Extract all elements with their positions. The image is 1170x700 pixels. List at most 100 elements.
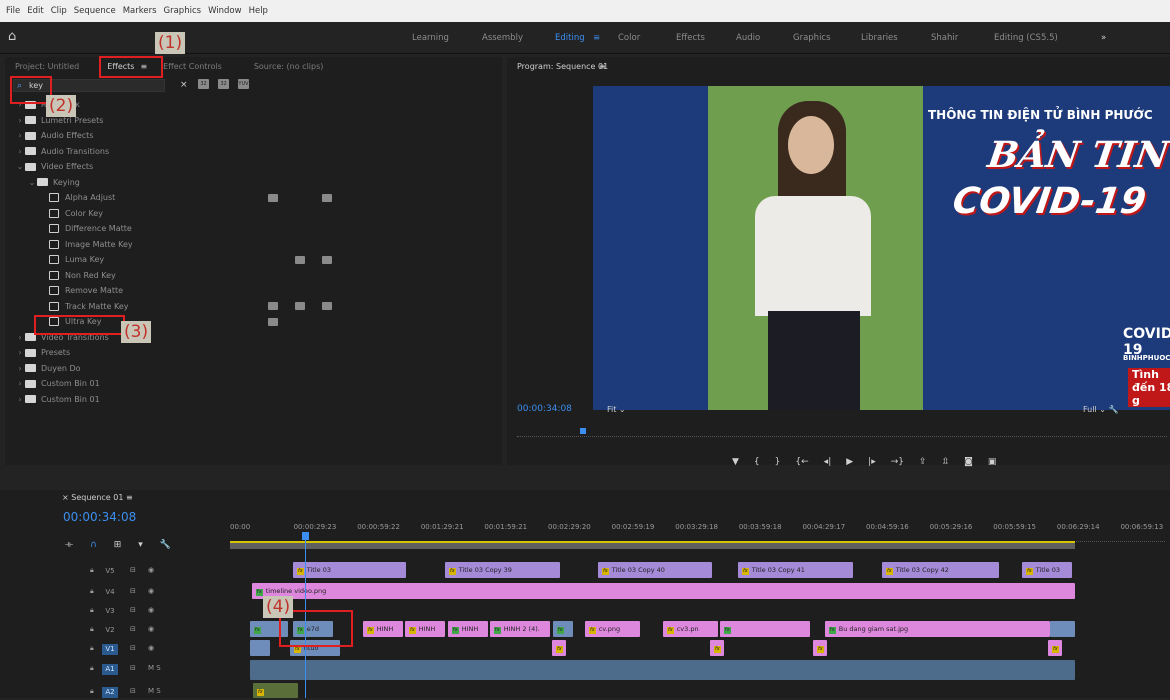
track-header[interactable]: 🔒︎ V3 ⊟ ◉ [40,602,230,619]
workspace-audio[interactable]: Audio [736,33,760,43]
workspace-graphics[interactable]: Graphics [793,33,831,43]
menu-markers[interactable]: Markers [123,6,157,16]
menu-clip[interactable]: Clip [51,6,67,16]
sync-lock-icon[interactable]: ⊟ [130,606,136,614]
workspace-color[interactable]: Color [618,33,640,43]
compare-icon[interactable]: ▣ [988,457,997,467]
effects-tree-item[interactable]: ⌄ Keying [5,175,502,191]
marker-icon[interactable]: ▼ [732,457,739,467]
track-header[interactable]: 🔒︎ A2 ⊟ M S [40,683,230,700]
sync-lock-icon[interactable]: ⊟ [130,644,136,652]
lift-icon[interactable]: ⇪ [919,457,927,467]
track-header[interactable]: 🔒︎ V1 ⊟ ◉ [40,640,230,657]
clip-v1-fx-1[interactable]: fx [552,640,566,656]
track-name[interactable]: V1 [102,644,118,655]
tab-source[interactable]: Source: (no clips) [254,62,324,71]
clip-v2-pink-mid[interactable]: fx [720,621,810,637]
sync-lock-icon[interactable]: ⊟ [130,625,136,633]
clip-hinh-2[interactable]: fx HINH [405,621,445,637]
menu-graphics[interactable]: Graphics [164,6,202,16]
chevron-down-icon[interactable]: ⌄ [15,162,25,171]
eye-icon[interactable]: ◉ [148,644,154,652]
workspace-learning[interactable]: Learning [412,33,449,43]
track-name[interactable]: V2 [102,625,118,636]
menu-edit[interactable]: Edit [27,6,43,16]
nest-icon[interactable]: ⟛ [65,540,73,550]
clip-v1-fx-3[interactable]: fx [813,640,827,656]
lock-icon[interactable]: 🔒︎ [90,566,94,575]
clip-cv-png[interactable]: fx cv.png [585,621,640,637]
clip-title-03-copy-42[interactable]: fx Title 03 Copy 42 [882,562,999,578]
track-header[interactable]: 🔒︎ V5 ⊟ ◉ [40,562,230,579]
chevron-right-icon[interactable]: › [15,348,25,357]
menu-sequence[interactable]: Sequence [74,6,116,16]
lock-icon[interactable]: 🔒︎ [90,606,94,615]
32bit-effects-icon[interactable]: 32 [218,79,229,89]
work-area-bar[interactable] [230,541,1075,549]
mute-icon[interactable]: M S [148,664,161,672]
home-icon[interactable]: ⌂ [8,29,26,45]
program-timecode[interactable]: 00:00:34:08 [517,404,572,414]
play-icon[interactable]: ▶ [846,457,853,467]
lock-icon[interactable]: 🔒︎ [90,587,94,596]
clip-v1-fx-4[interactable]: fx [1048,640,1062,656]
lock-icon[interactable]: 🔒︎ [90,687,94,696]
track-header[interactable]: 🔒︎ V2 ⊟ ◉ [40,621,230,638]
effects-tree-item[interactable]: › Lumetri Presets [5,113,502,129]
effects-tree-item[interactable]: Color Key [5,206,502,222]
effects-tree-item[interactable]: Remove Matte [5,283,502,299]
sync-lock-icon[interactable]: ⊟ [130,664,136,672]
clip-bu-dang-giam-sat[interactable]: fx Bu dang giam sat.jpg [825,621,1050,637]
track-header[interactable]: 🔒︎ A1 ⊟ M S [40,660,230,677]
extract-icon[interactable]: ⇫ [942,457,950,467]
mute-icon[interactable]: M S [148,687,161,695]
chevron-right-icon[interactable]: › [15,379,25,388]
eye-icon[interactable]: ◉ [148,606,154,614]
step-forward-icon[interactable]: |▸ [868,457,876,467]
clip-v2-small[interactable]: fx [553,621,573,637]
eye-icon[interactable]: ◉ [148,587,154,595]
timeline-settings-icon[interactable]: 🔧 [160,540,171,550]
chevron-right-icon[interactable]: › [15,147,25,156]
workspace-overflow-icon[interactable]: » [1101,33,1106,43]
workspace-assembly[interactable]: Assembly [482,33,523,43]
lock-icon[interactable]: 🔒︎ [90,625,94,634]
sync-lock-icon[interactable]: ⊟ [130,687,136,695]
effects-tree-item[interactable]: ›настроек [5,97,502,113]
track-name[interactable]: A1 [102,664,118,675]
effects-tree-item[interactable]: › Custom Bin 01 [5,392,502,408]
effects-tree-item[interactable]: › Audio Effects [5,128,502,144]
clear-search-icon[interactable]: × [180,80,188,90]
clip-audio-a2[interactable]: fx [253,683,298,698]
effects-tree-item[interactable]: › Audio Transitions [5,144,502,160]
effects-tree-item[interactable]: Track Matte Key [5,299,502,315]
clip-audio-a1[interactable] [250,660,1075,680]
track-header[interactable]: 🔒︎ V4 ⊟ ◉ [40,583,230,600]
linked-selection-icon[interactable]: ⊞ [114,540,122,550]
go-to-in-icon[interactable]: {← [795,457,808,467]
track-name[interactable]: V4 [102,587,118,598]
effects-tree-item[interactable]: Difference Matte [5,221,502,237]
camera-icon[interactable]: ◙ [964,457,973,467]
clip-title-03-end[interactable]: fx Title 03 [1022,562,1072,578]
clip-hinh-2-4[interactable]: fx HINH 2 (4). [490,621,550,637]
clip-title-03-copy-39[interactable]: fx Title 03 Copy 39 [445,562,560,578]
workspace-editing[interactable]: Editing [555,33,585,43]
chevron-right-icon[interactable]: › [15,333,25,342]
effects-tree-item[interactable]: Alpha Adjust [5,190,502,206]
clip-hinh-1[interactable]: fx HINH [363,621,403,637]
effects-tree-item[interactable]: › Duyen Do [5,361,502,377]
effects-tree-item[interactable]: › Presets [5,345,502,361]
timeline-tab[interactable]: × Sequence 01 ≡ [62,493,133,502]
timeline-menu-icon[interactable]: ≡ [126,493,133,502]
program-menu-icon[interactable]: ≡ [599,62,606,71]
clip-timeline-video[interactable]: fx timeline video.png [252,583,1075,599]
effects-tree-item[interactable]: Non Red Key [5,268,502,284]
accelerated-effects-icon[interactable]: 32 [198,79,209,89]
menu-help[interactable]: Help [249,6,268,16]
tab-project[interactable]: Project: Untitled [15,62,79,71]
effects-tree-item[interactable]: Image Matte Key [5,237,502,253]
add-marker-icon[interactable]: ▾ [138,540,143,550]
clip-title-03-copy-41[interactable]: fx Title 03 Copy 41 [738,562,853,578]
clip-v1-1[interactable] [250,640,270,656]
